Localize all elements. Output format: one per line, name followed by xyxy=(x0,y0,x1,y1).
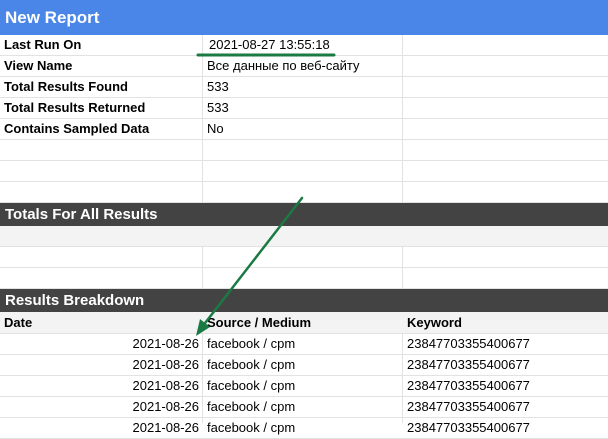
empty-cell[interactable] xyxy=(403,119,608,139)
breakdown-section-header[interactable]: Results Breakdown xyxy=(0,289,608,312)
meta-label[interactable]: Contains Sampled Data xyxy=(0,119,203,139)
table-row[interactable]: 2021-08-26 facebook / cpm 23847703355400… xyxy=(0,376,608,397)
sampled-value[interactable]: No xyxy=(203,119,403,139)
total-returned-value[interactable]: 533 xyxy=(203,98,403,118)
keyword-cell[interactable]: 23847703355400677 xyxy=(403,397,608,417)
source-medium-cell[interactable]: facebook / cpm xyxy=(203,355,403,375)
date-cell[interactable]: 2021-08-26 xyxy=(0,397,203,417)
meta-label[interactable]: Total Results Returned xyxy=(0,98,203,118)
source-medium-cell[interactable]: facebook / cpm xyxy=(203,376,403,396)
date-cell[interactable]: 2021-08-26 xyxy=(0,418,203,438)
date-cell[interactable]: 2021-08-26 xyxy=(0,355,203,375)
table-row[interactable]: 2021-08-26 facebook / cpm 23847703355400… xyxy=(0,418,608,439)
keyword-cell[interactable]: 23847703355400677 xyxy=(403,355,608,375)
meta-label[interactable]: Last Run On xyxy=(0,35,203,55)
empty-row[interactable] xyxy=(0,161,608,182)
empty-row[interactable] xyxy=(0,247,608,268)
totals-header-row[interactable] xyxy=(0,226,608,247)
meta-row-total-found[interactable]: Total Results Found 533 xyxy=(0,77,608,98)
keyword-cell[interactable]: 23847703355400677 xyxy=(403,376,608,396)
source-medium-cell[interactable]: facebook / cpm xyxy=(203,418,403,438)
column-header-keyword[interactable]: Keyword xyxy=(403,312,608,333)
empty-cell[interactable] xyxy=(403,35,608,55)
empty-cell[interactable] xyxy=(403,98,608,118)
meta-label[interactable]: View Name xyxy=(0,56,203,76)
keyword-cell[interactable]: 23847703355400677 xyxy=(403,334,608,354)
keyword-cell[interactable]: 23847703355400677 xyxy=(403,418,608,438)
meta-row-view-name[interactable]: View Name Все данные по веб-сайту xyxy=(0,56,608,77)
total-found-value[interactable]: 533 xyxy=(203,77,403,97)
meta-row-sampled[interactable]: Contains Sampled Data No xyxy=(0,119,608,140)
date-cell[interactable]: 2021-08-26 xyxy=(0,376,203,396)
source-medium-cell[interactable]: facebook / cpm xyxy=(203,334,403,354)
totals-section-header[interactable]: Totals For All Results xyxy=(0,203,608,226)
empty-cell[interactable] xyxy=(403,56,608,76)
empty-row[interactable] xyxy=(0,140,608,161)
last-run-value[interactable]: 2021-08-27 13:55:18 xyxy=(203,35,403,55)
spreadsheet: New Report Last Run On 2021-08-27 13:55:… xyxy=(0,0,608,439)
meta-row-last-run[interactable]: Last Run On 2021-08-27 13:55:18 xyxy=(0,35,608,56)
date-cell[interactable]: 2021-08-26 xyxy=(0,334,203,354)
report-title[interactable]: New Report xyxy=(0,0,608,35)
column-header-date[interactable]: Date xyxy=(0,312,203,333)
meta-label[interactable]: Total Results Found xyxy=(0,77,203,97)
table-row[interactable]: 2021-08-26 facebook / cpm 23847703355400… xyxy=(0,334,608,355)
column-header-source-medium[interactable]: Source / Medium xyxy=(203,312,403,333)
table-row[interactable]: 2021-08-26 facebook / cpm 23847703355400… xyxy=(0,397,608,418)
empty-cell[interactable] xyxy=(403,77,608,97)
breakdown-header-row[interactable]: Date Source / Medium Keyword xyxy=(0,312,608,334)
meta-row-total-returned[interactable]: Total Results Returned 533 xyxy=(0,98,608,119)
source-medium-cell[interactable]: facebook / cpm xyxy=(203,397,403,417)
view-name-value[interactable]: Все данные по веб-сайту xyxy=(203,56,403,76)
empty-row[interactable] xyxy=(0,268,608,289)
empty-row[interactable] xyxy=(0,182,608,203)
table-row[interactable]: 2021-08-26 facebook / cpm 23847703355400… xyxy=(0,355,608,376)
